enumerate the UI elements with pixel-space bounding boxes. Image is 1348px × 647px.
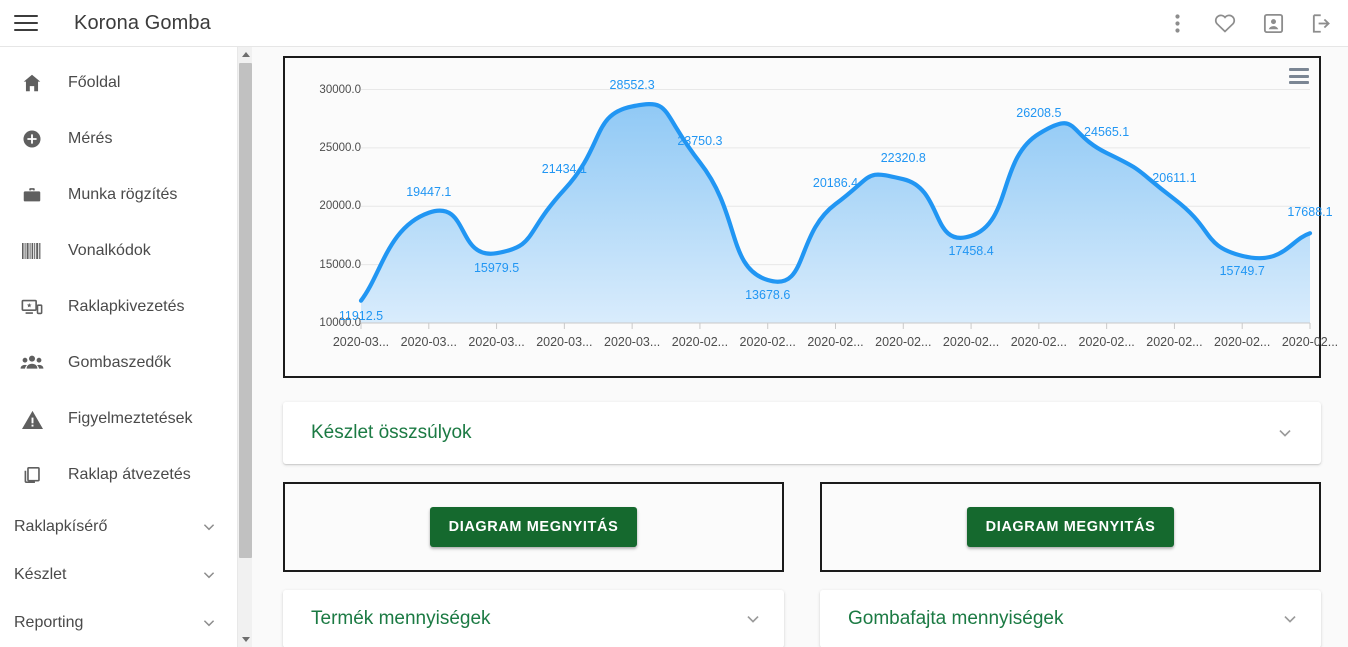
scrollbar-thumb[interactable]	[239, 63, 252, 558]
sidebar-item-gombaszedok[interactable]: Gombaszedők	[0, 335, 237, 391]
chart-canvas	[358, 89, 1313, 329]
sidebar-item-label: Munka rögzítés	[68, 186, 178, 203]
x-axis-tick-label: 2020-03...	[468, 335, 525, 349]
diagram-box-left: DIAGRAM MEGNYITÁS	[283, 482, 784, 572]
x-axis-tick-label: 2020-02...	[739, 335, 796, 349]
briefcase-icon	[12, 184, 52, 206]
sidebar-item-munka-rogzites[interactable]: Munka rögzítés	[0, 167, 237, 223]
x-axis-tick-label: 2020-02...	[1010, 335, 1067, 349]
x-axis-tick-label: 2020-02...	[1146, 335, 1203, 349]
devices-icon	[12, 296, 52, 318]
chart-data-label: 24565.1	[1084, 124, 1130, 139]
panel-title: Gombafajta mennyiségek	[848, 608, 1064, 629]
chart-data-label: 21434.1	[541, 161, 587, 176]
home-icon	[12, 72, 52, 94]
chart-data-label: 22320.8	[880, 151, 926, 166]
page-title: Korona Gomba	[74, 11, 211, 34]
chevron-down-icon[interactable]	[742, 608, 764, 630]
sidebar-item-raklapkivezetes[interactable]: Raklapkivezetés	[0, 279, 237, 335]
sidebar-scrollbar[interactable]	[237, 47, 252, 647]
sidebar-group-label: Raklapkísérő	[14, 518, 108, 535]
x-axis-tick-label: 2020-02...	[875, 335, 932, 349]
x-axis-tick-label: 2020-02...	[1214, 335, 1271, 349]
sidebar-group-label: Készlet	[14, 566, 67, 583]
sidebar-item-vonalkodok[interactable]: Vonalkódok	[0, 223, 237, 279]
sidebar-item-list: Főoldal Mérés Munka rögzítés Vonalkódok …	[0, 47, 237, 647]
chart-data-label: 20611.1	[1152, 171, 1197, 186]
main-content: 10000.0 15000.0 20000.0 25000.0 30000.0 2020…	[252, 47, 1348, 647]
chart-data-label: 26208.5	[1016, 105, 1062, 120]
chart-data-label: 23750.3	[677, 134, 723, 149]
chevron-down-icon	[199, 517, 219, 537]
panel-mushroom-type-quantities[interactable]: Gombafajta mennyiségek	[820, 590, 1321, 647]
sidebar-item-figyelmeztetesek[interactable]: Figyelmeztetések	[0, 391, 237, 447]
sidebar-item-raklap-atvezetes[interactable]: Raklap átvezetés	[0, 447, 237, 503]
x-axis-tick-label: 2020-02...	[942, 335, 1000, 349]
chevron-down-icon	[199, 613, 219, 633]
sidebar-nav: Főoldal Mérés Munka rögzítés Vonalkódok …	[0, 47, 237, 647]
favorite-icon[interactable]	[1212, 10, 1238, 36]
diagram-box-right: DIAGRAM MEGNYITÁS	[820, 482, 1321, 572]
sidebar-item-label: Gombaszedők	[68, 354, 172, 371]
x-axis-tick-label: 2020-03...	[603, 335, 661, 349]
scroll-down-arrow-icon[interactable]	[238, 632, 253, 647]
chart-data-label: 15979.5	[473, 261, 520, 276]
add-circle-icon	[12, 128, 52, 150]
copy-icon	[12, 464, 52, 486]
sidebar-item-label: Figyelmeztetések	[68, 410, 193, 427]
chevron-down-icon[interactable]	[1279, 608, 1301, 630]
x-axis-tick-label: 2020-02...	[807, 335, 864, 349]
sidebar-item-label: Főoldal	[68, 74, 121, 91]
panel-stock-weights[interactable]: Készlet összsúlyok	[283, 402, 1321, 464]
sidebar-item-label: Vonalkódok	[68, 242, 151, 259]
chevron-down-icon[interactable]	[1274, 422, 1296, 444]
warning-icon	[12, 409, 52, 430]
x-axis-tick-label: 2020-03...	[332, 335, 390, 349]
chart-data-label: 19447.1	[406, 184, 452, 199]
x-axis-tick-label: 2020-02...	[671, 335, 729, 349]
open-diagram-button-left[interactable]: DIAGRAM MEGNYITÁS	[429, 507, 638, 547]
area-chart: 10000.0 15000.0 20000.0 25000.0 30000.0 2020…	[285, 58, 1338, 376]
account-box-icon[interactable]	[1260, 10, 1286, 36]
barcode-icon	[12, 242, 52, 260]
chevron-down-icon	[199, 565, 219, 585]
bottom-panel-row: Termék mennyiségek Gombafajta mennyisége…	[283, 590, 1321, 647]
chart-data-label: 13678.6	[745, 288, 791, 303]
sidebar-group-keszlet[interactable]: Készlet	[0, 551, 237, 599]
scroll-up-arrow-icon[interactable]	[238, 47, 253, 62]
x-axis-tick-label: 2020-03...	[400, 335, 457, 349]
sidebar-item-foooldal[interactable]: Főoldal	[0, 55, 237, 111]
sidebar-item-label: Raklap átvezetés	[68, 466, 191, 483]
hamburger-icon[interactable]	[12, 12, 40, 34]
panel-product-quantities[interactable]: Termék mennyiségek	[283, 590, 784, 647]
panel-title: Készlet összsúlyok	[311, 422, 472, 443]
x-axis-tick-label: 2020-03...	[536, 335, 593, 349]
chart-data-label: 15749.7	[1219, 263, 1265, 278]
stock-weight-chart-card: 10000.0 15000.0 20000.0 25000.0 30000.0 2020…	[283, 56, 1338, 378]
chart-data-label: 20186.4	[812, 176, 859, 191]
chart-data-label: 17688.1	[1287, 205, 1333, 220]
chart-data-label: 17458.4	[948, 243, 994, 258]
open-diagram-button-right[interactable]: DIAGRAM MEGNYITÁS	[966, 507, 1175, 547]
sidebar-group-raklapkisero[interactable]: Raklapkísérő	[0, 503, 237, 551]
logout-icon[interactable]	[1308, 10, 1334, 36]
top-app-bar: Korona Gomba	[0, 0, 1348, 47]
chart-data-label: 28552.3	[609, 78, 655, 93]
more-vert-icon[interactable]	[1164, 10, 1190, 36]
diagram-button-row: DIAGRAM MEGNYITÁS DIAGRAM MEGNYITÁS	[283, 482, 1321, 572]
chart-data-label: 11912.5	[338, 308, 384, 323]
x-axis-tick-label: 2020-02...	[1281, 335, 1339, 349]
sidebar-item-meres[interactable]: Mérés	[0, 111, 237, 167]
sidebar-item-label: Mérés	[68, 130, 113, 147]
panel-title: Termék mennyiségek	[311, 608, 491, 629]
sidebar-group-label: Reporting	[14, 614, 84, 631]
topbar-actions	[1164, 10, 1334, 36]
x-axis-tick-label: 2020-02...	[1078, 335, 1135, 349]
people-icon	[12, 353, 52, 373]
sidebar-item-label: Raklapkivezetés	[68, 298, 185, 315]
sidebar-group-reporting[interactable]: Reporting	[0, 599, 237, 647]
